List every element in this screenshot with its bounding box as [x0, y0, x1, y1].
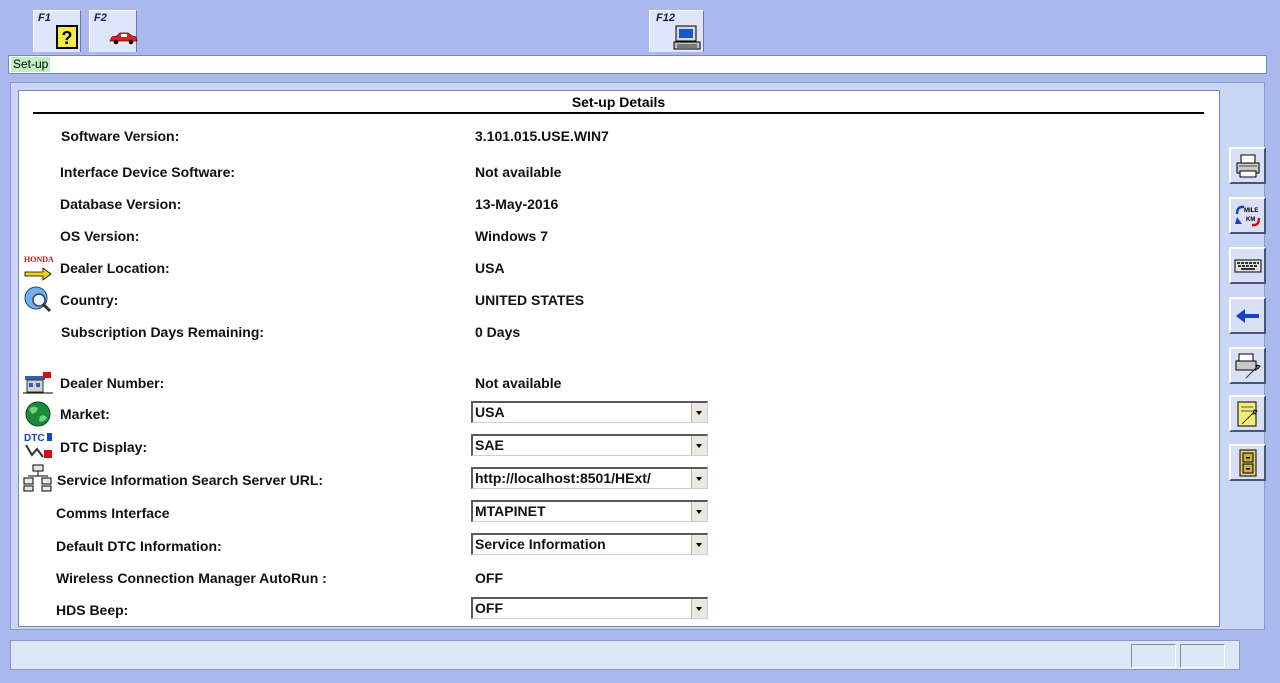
- f1-help-tab[interactable]: F1 ?: [33, 10, 81, 52]
- computer-icon: [673, 25, 701, 50]
- svg-text:MILE: MILE: [1244, 208, 1258, 214]
- svg-text:HONDA: HONDA: [24, 255, 53, 264]
- dealer-location-value: USA: [475, 260, 505, 276]
- chevron-down-icon[interactable]: [691, 436, 707, 455]
- printer-icon: [1236, 154, 1260, 178]
- os-version-value: Windows 7: [475, 228, 548, 244]
- print-settings-button[interactable]: [1229, 347, 1266, 384]
- hds-beep-value: OFF: [475, 600, 503, 616]
- comms-interface-select[interactable]: MTAPINET: [471, 500, 708, 522]
- country-value: UNITED STATES: [475, 292, 585, 308]
- keyboard-icon: [1234, 259, 1262, 273]
- chevron-down-icon[interactable]: [691, 469, 707, 488]
- dtc-display-select-value: SAE: [475, 437, 504, 453]
- honda-dealer-icon: HONDA: [24, 255, 53, 281]
- software-version-label: Software Version:: [61, 128, 180, 144]
- dtc-display-select[interactable]: SAE: [471, 434, 708, 456]
- dealer-number-value: Not available: [475, 375, 562, 391]
- earth-icon: [25, 401, 51, 427]
- search-server-url-label: Service Information Search Server URL:: [57, 472, 324, 488]
- status-pane-1: [1131, 644, 1176, 668]
- notes-settings-button[interactable]: [1229, 395, 1266, 432]
- chevron-down-icon[interactable]: [691, 502, 707, 521]
- default-dtc-info-value: Service Information: [475, 536, 606, 552]
- status-pane-2: [1180, 644, 1225, 668]
- hds-beep-label: HDS Beep:: [56, 602, 129, 618]
- default-dtc-info-label: Default DTC Information:: [56, 538, 222, 554]
- comms-interface-value: MTAPINET: [475, 503, 546, 519]
- svg-text:?: ?: [62, 28, 73, 48]
- keyboard-button[interactable]: [1229, 247, 1266, 284]
- f12-key-label: F12: [656, 12, 675, 24]
- back-button[interactable]: [1229, 297, 1266, 334]
- svg-text:DTC: DTC: [24, 433, 45, 444]
- file-cabinet-button[interactable]: [1229, 444, 1266, 481]
- svg-text:KM: KM: [1246, 217, 1255, 223]
- country-label: Country:: [60, 292, 119, 308]
- database-version-label: Database Version:: [60, 196, 182, 212]
- subscription-days-value: 0 Days: [475, 324, 521, 340]
- dtc-display-label: DTC Display:: [60, 439, 148, 455]
- search-server-url-value: http://localhost:8501/HExt/: [475, 470, 651, 486]
- default-dtc-info-select[interactable]: Service Information: [471, 533, 708, 555]
- panel-title: Set-up Details: [571, 94, 666, 110]
- notes-wrench-icon: [1237, 401, 1258, 427]
- chevron-down-icon[interactable]: [691, 535, 707, 554]
- help-icon: ?: [56, 25, 78, 49]
- software-version-value: 3.101.015.USE.WIN7: [475, 128, 609, 144]
- mile-km-toggle-icon: MILE KM: [1235, 205, 1261, 227]
- database-version-value: 13-May-2016: [475, 196, 559, 212]
- setup-details-panel: Set-up Details Software Version: 3.101.0…: [18, 90, 1220, 627]
- dealer-building-icon: [23, 372, 53, 394]
- wireless-autorun-label: Wireless Connection Manager AutoRun :: [56, 570, 327, 586]
- network-tree-icon: [23, 464, 52, 492]
- dtc-icon: DTC: [24, 433, 52, 458]
- file-cabinet-icon: [1239, 449, 1257, 477]
- interface-device-software-value: Not available: [475, 164, 562, 180]
- market-label: Market:: [60, 406, 110, 422]
- market-select[interactable]: USA: [471, 401, 708, 423]
- comms-interface-label: Comms Interface: [56, 505, 170, 521]
- globe-magnifier-icon: [24, 286, 52, 313]
- subscription-days-label: Subscription Days Remaining:: [61, 324, 265, 340]
- search-server-url-select[interactable]: http://localhost:8501/HExt/: [471, 467, 708, 489]
- dealer-number-label: Dealer Number:: [60, 375, 165, 391]
- back-arrow-icon: [1236, 309, 1259, 323]
- os-version-label: OS Version:: [60, 228, 140, 244]
- market-select-value: USA: [475, 404, 505, 420]
- window-title: Set-up: [11, 57, 51, 72]
- title-divider: [33, 112, 1204, 114]
- status-bar: [10, 640, 1240, 670]
- hds-beep-select[interactable]: OFF: [471, 597, 708, 619]
- f12-setup-tab[interactable]: F12: [649, 10, 704, 52]
- car-icon: [109, 32, 138, 45]
- chevron-down-icon[interactable]: [691, 599, 707, 618]
- print-settings-icon: [1235, 353, 1261, 379]
- f1-key-label: F1: [38, 12, 51, 24]
- dealer-location-label: Dealer Location:: [60, 260, 170, 276]
- f2-vehicle-tab[interactable]: F2: [89, 10, 138, 52]
- chevron-down-icon[interactable]: [691, 403, 707, 422]
- window-title-bar: Set-up: [8, 55, 1267, 74]
- interface-device-software-label: Interface Device Software:: [60, 164, 236, 180]
- wireless-autorun-value: OFF: [475, 570, 503, 586]
- mile-km-button[interactable]: MILE KM: [1229, 197, 1266, 234]
- print-button[interactable]: [1229, 147, 1266, 184]
- f2-key-label: F2: [94, 12, 107, 24]
